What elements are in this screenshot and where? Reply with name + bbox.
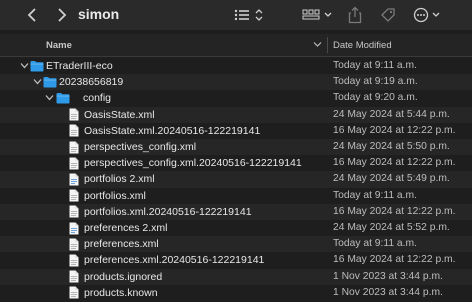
item-date-modified: Today at 9:11 a.m. bbox=[333, 189, 417, 201]
toolbar: simon bbox=[0, 0, 472, 30]
disclosure-chevron-icon[interactable] bbox=[33, 77, 42, 86]
file-row[interactable]: preferences 2.xml 24 May 2024 at 5:52 p.m… bbox=[0, 220, 472, 236]
item-name: 20238656819 bbox=[59, 76, 124, 89]
window-title: simon bbox=[78, 6, 120, 22]
item-name: preferences.xml.20240516-122219141 bbox=[84, 254, 265, 267]
item-name: portfolios 2.xml bbox=[84, 173, 155, 186]
folder-icon bbox=[30, 61, 44, 72]
group-button[interactable] bbox=[300, 0, 336, 30]
document-icon bbox=[69, 141, 79, 153]
document-icon bbox=[69, 189, 79, 202]
item-date-modified: 16 May 2024 at 12:22 p.m. bbox=[333, 124, 456, 136]
file-row[interactable]: perspectives_config.xml 24 May 2024 at 5:… bbox=[0, 139, 472, 156]
file-row[interactable]: products.ignored 1 Nov 2023 at 3:44 p.m. bbox=[0, 268, 472, 285]
folder-icon bbox=[43, 77, 57, 88]
group-grid-icon bbox=[302, 9, 332, 20]
item-name: portfolios.xml.20240516-122219141 bbox=[84, 205, 252, 218]
document-icon bbox=[69, 286, 79, 299]
file-row[interactable]: preferences.xml Today at 9:11 a.m. bbox=[0, 236, 472, 253]
sort-chevron-icon bbox=[313, 42, 322, 47]
document-icon bbox=[69, 254, 79, 267]
item-date-modified: Today at 9:11 a.m. bbox=[333, 238, 417, 250]
document-icon bbox=[69, 124, 79, 137]
item-date-modified: 16 May 2024 at 12:22 p.m. bbox=[333, 157, 456, 169]
forward-button[interactable] bbox=[52, 0, 72, 30]
item-name: preferences.xml bbox=[84, 238, 159, 251]
tag-icon bbox=[381, 8, 395, 22]
item-date-modified: 24 May 2024 at 5:52 p.m. bbox=[333, 222, 450, 233]
item-name: products.known bbox=[84, 286, 158, 299]
more-icon bbox=[413, 7, 440, 23]
list-view-icon bbox=[234, 9, 263, 21]
item-name: portfolios.xml bbox=[84, 189, 146, 202]
item-name: OasisState.xml bbox=[84, 108, 155, 121]
date-modified-column-header[interactable]: Date Modified bbox=[333, 40, 392, 51]
item-name: products.ignored bbox=[84, 270, 163, 283]
item-name: perspectives_config.xml bbox=[84, 141, 197, 153]
disclosure-chevron-icon[interactable] bbox=[20, 61, 29, 70]
more-button[interactable] bbox=[412, 0, 448, 30]
name-column-header[interactable]: Name bbox=[46, 40, 72, 51]
document-icon bbox=[69, 205, 79, 218]
item-date-modified: 1 Nov 2023 at 3:44 p.m. bbox=[333, 270, 443, 282]
item-date-modified: 24 May 2024 at 5:50 p.m. bbox=[333, 141, 450, 152]
folder-icon bbox=[56, 93, 70, 104]
item-date-modified: 1 Nov 2023 at 3:44 p.m. bbox=[333, 286, 443, 298]
folder-row[interactable]: 20238656819 Today at 9:19 a.m. bbox=[0, 74, 472, 91]
item-name: OasisState.xml.20240516-122219141 bbox=[84, 124, 261, 137]
item-name: ETraderIII-eco bbox=[46, 60, 113, 72]
item-date-modified: 24 May 2024 at 5:49 p.m. bbox=[333, 173, 450, 185]
folder-row[interactable]: config Today at 9:20 a.m. bbox=[0, 90, 472, 106]
chevron-left-icon bbox=[27, 8, 36, 22]
tag-button[interactable] bbox=[378, 0, 398, 30]
column-header: Name Date Modified bbox=[0, 34, 472, 57]
file-row[interactable]: perspectives_config.xml.20240516-1222191… bbox=[0, 155, 472, 171]
file-row[interactable]: OasisState.xml.20240516-122219141 16 May … bbox=[0, 123, 472, 139]
document-icon bbox=[69, 270, 79, 283]
share-icon bbox=[348, 6, 362, 24]
chevron-right-icon bbox=[58, 8, 67, 22]
item-name: config bbox=[83, 92, 112, 105]
text-document-icon bbox=[69, 173, 79, 186]
file-row[interactable]: products.known 1 Nov 2023 at 3:44 p.m. bbox=[0, 285, 472, 301]
item-date-modified: 24 May 2024 at 5:44 p.m. bbox=[333, 108, 450, 120]
item-date-modified: Today at 9:11 a.m. bbox=[333, 60, 417, 71]
file-row[interactable]: OasisState.xml 24 May 2024 at 5:44 p.m. bbox=[0, 106, 472, 123]
document-icon bbox=[69, 238, 79, 251]
share-button[interactable] bbox=[345, 0, 365, 30]
document-icon bbox=[69, 108, 79, 121]
file-row[interactable]: portfolios.xml.20240516-122219141 16 May … bbox=[0, 203, 472, 220]
text-document-icon bbox=[69, 222, 79, 234]
item-date-modified: 16 May 2024 at 12:22 p.m. bbox=[333, 254, 456, 266]
back-button[interactable] bbox=[22, 0, 42, 30]
folder-row[interactable]: ETraderIII-eco Today at 9:11 a.m. bbox=[0, 58, 472, 74]
item-name: preferences 2.xml bbox=[84, 222, 168, 234]
file-row[interactable]: portfolios 2.xml 24 May 2024 at 5:49 p.m. bbox=[0, 171, 472, 188]
document-icon bbox=[69, 157, 79, 170]
item-date-modified: Today at 9:19 a.m. bbox=[333, 76, 418, 88]
file-row[interactable]: portfolios.xml Today at 9:11 a.m. bbox=[0, 188, 472, 204]
item-date-modified: Today at 9:20 a.m. bbox=[333, 92, 418, 104]
view-options-button[interactable] bbox=[232, 0, 268, 30]
item-date-modified: 16 May 2024 at 12:22 p.m. bbox=[333, 205, 456, 217]
item-name: perspectives_config.xml.20240516-1222191… bbox=[84, 157, 302, 170]
column-divider[interactable] bbox=[327, 37, 328, 53]
disclosure-chevron-icon[interactable] bbox=[45, 93, 54, 102]
file-row[interactable]: preferences.xml.20240516-122219141 16 May… bbox=[0, 252, 472, 268]
